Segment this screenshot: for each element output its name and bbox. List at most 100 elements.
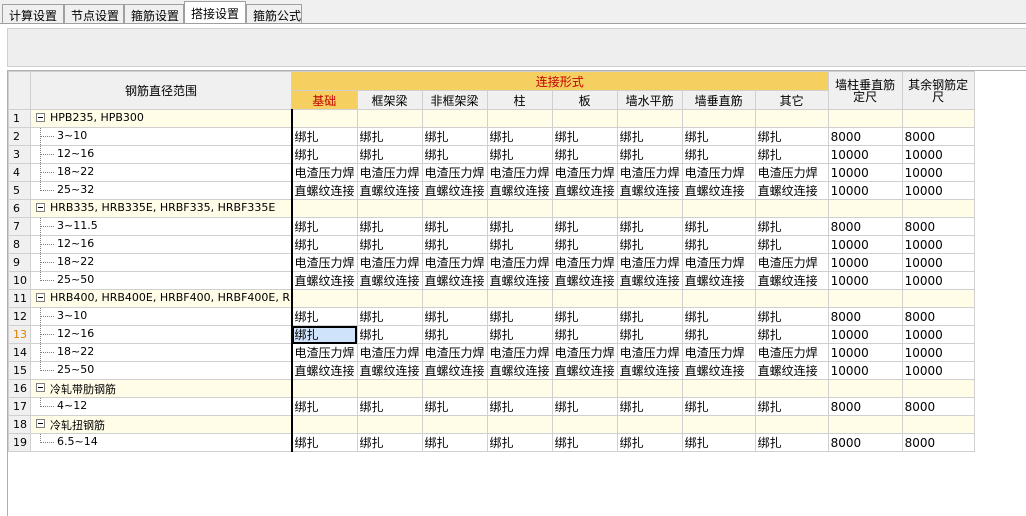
category-cell[interactable]: HRB400, HRB400E, HRBF400, HRBF400E, RRB4…: [30, 289, 292, 308]
foundation-cell[interactable]: [290, 289, 358, 308]
other-cell[interactable]: 电渣压力焊: [754, 163, 829, 182]
range-cell[interactable]: 3~10: [30, 127, 292, 146]
foundation-cell[interactable]: 绑扎: [290, 307, 358, 326]
other-rebar-length-cell[interactable]: [901, 415, 975, 434]
other-cell[interactable]: [754, 199, 829, 218]
collapse-icon[interactable]: [36, 419, 45, 428]
wall-horizontal-cell[interactable]: [616, 415, 683, 434]
range-cell[interactable]: 6.5~14: [30, 433, 292, 452]
wall-column-length-cell[interactable]: 10000: [827, 361, 903, 380]
row-number[interactable]: 16: [8, 379, 31, 398]
foundation-cell[interactable]: 电渣压力焊: [290, 343, 358, 362]
frame-beam-cell[interactable]: 绑扎: [356, 127, 423, 146]
wall-column-length-cell[interactable]: 10000: [827, 235, 903, 254]
tab-stirrup-settings[interactable]: 箍筋设置: [124, 4, 184, 23]
non-frame-beam-cell[interactable]: 绑扎: [421, 325, 488, 344]
category-cell[interactable]: HRB335, HRB335E, HRBF335, HRBF335E: [30, 199, 292, 218]
table-row[interactable]: 9 18~22 电渣压力焊 电渣压力焊 电渣压力焊 电渣压力焊 电渣压力焊 电渣压力焊 电渣压力…: [8, 253, 975, 272]
non-frame-beam-cell[interactable]: 绑扎: [421, 217, 488, 236]
other-rebar-length-header[interactable]: 其余钢筋定尺: [901, 71, 975, 110]
range-cell[interactable]: 4~12: [30, 397, 292, 416]
table-row[interactable]: 12 3~10 绑扎 绑扎 绑扎 绑扎 绑扎 绑扎 绑扎 绑扎 8000 8000: [8, 307, 975, 326]
tab-node-settings[interactable]: 节点设置: [64, 4, 124, 23]
non-frame-beam-cell[interactable]: 绑扎: [421, 235, 488, 254]
column-cell[interactable]: [486, 289, 553, 308]
frame-beam-cell[interactable]: 电渣压力焊: [356, 253, 423, 272]
foundation-cell[interactable]: [290, 109, 358, 128]
other-cell[interactable]: 电渣压力焊: [754, 343, 829, 362]
table-row[interactable]: 7 3~11.5 绑扎 绑扎 绑扎 绑扎 绑扎 绑扎 绑扎 绑扎 8000 8000: [8, 217, 975, 236]
frame-beam-cell[interactable]: 绑扎: [356, 433, 423, 452]
header-other[interactable]: 其它: [754, 90, 829, 110]
category-row[interactable]: 1 HPB235, HPB300: [8, 109, 975, 128]
foundation-cell[interactable]: 绑扎: [290, 127, 358, 146]
table-row[interactable]: 2 3~10 绑扎 绑扎 绑扎 绑扎 绑扎 绑扎 绑扎 绑扎 8000 8000: [8, 127, 975, 146]
row-number[interactable]: 12: [8, 307, 31, 326]
non-frame-beam-cell[interactable]: [421, 415, 488, 434]
wall-horizontal-cell[interactable]: [616, 289, 683, 308]
tab-calc-settings[interactable]: 计算设置: [2, 4, 64, 23]
wall-horizontal-cell[interactable]: 绑扎: [616, 325, 683, 344]
other-cell[interactable]: 绑扎: [754, 217, 829, 236]
wall-column-length-cell[interactable]: 8000: [827, 127, 903, 146]
slab-cell[interactable]: 电渣压力焊: [551, 343, 618, 362]
range-cell[interactable]: 12~16: [30, 325, 292, 344]
column-cell[interactable]: 直螺纹连接: [486, 361, 553, 380]
frame-beam-cell[interactable]: 电渣压力焊: [356, 343, 423, 362]
slab-cell[interactable]: [551, 109, 618, 128]
slab-cell[interactable]: 直螺纹连接: [551, 181, 618, 200]
wall-column-length-cell[interactable]: 8000: [827, 307, 903, 326]
table-row[interactable]: 3 12~16 绑扎 绑扎 绑扎 绑扎 绑扎 绑扎 绑扎 绑扎 10000 10000: [8, 145, 975, 164]
non-frame-beam-cell[interactable]: 直螺纹连接: [421, 271, 488, 290]
table-row[interactable]: 13 12~16 绑扎 绑扎 绑扎 绑扎 绑扎 绑扎 绑扎 绑扎 10000 10000: [8, 325, 975, 344]
table-row[interactable]: 17 4~12 绑扎 绑扎 绑扎 绑扎 绑扎 绑扎 绑扎 绑扎 8000 8000: [8, 397, 975, 416]
slab-cell[interactable]: 电渣压力焊: [551, 163, 618, 182]
wall-vertical-cell[interactable]: 绑扎: [681, 145, 756, 164]
column-cell[interactable]: 直螺纹连接: [486, 271, 553, 290]
other-rebar-length-cell[interactable]: 10000: [901, 253, 975, 272]
column-cell[interactable]: 绑扎: [486, 145, 553, 164]
category-cell[interactable]: HPB235, HPB300: [30, 109, 292, 128]
non-frame-beam-cell[interactable]: 绑扎: [421, 127, 488, 146]
frame-beam-cell[interactable]: [356, 379, 423, 398]
other-rebar-length-cell[interactable]: 8000: [901, 307, 975, 326]
column-cell[interactable]: 绑扎: [486, 325, 553, 344]
foundation-cell[interactable]: 绑扎: [290, 433, 358, 452]
wall-horizontal-cell[interactable]: 绑扎: [616, 235, 683, 254]
wall-column-length-cell[interactable]: [827, 199, 903, 218]
other-rebar-length-cell[interactable]: 10000: [901, 271, 975, 290]
table-row[interactable]: 14 18~22 电渣压力焊 电渣压力焊 电渣压力焊 电渣压力焊 电渣压力焊 电渣压力焊 电渣压…: [8, 343, 975, 362]
wall-vertical-cell[interactable]: 绑扎: [681, 433, 756, 452]
wall-column-length-cell[interactable]: 8000: [827, 397, 903, 416]
other-rebar-length-cell[interactable]: 10000: [901, 361, 975, 380]
range-cell[interactable]: 12~16: [30, 235, 292, 254]
column-cell[interactable]: 电渣压力焊: [486, 343, 553, 362]
table-row[interactable]: 15 25~50 直螺纹连接 直螺纹连接 直螺纹连接 直螺纹连接 直螺纹连接 直螺纹连接 直螺纹…: [8, 361, 975, 380]
foundation-cell[interactable]: 绑扎: [290, 235, 358, 254]
range-column-header[interactable]: 钢筋直径范围: [30, 71, 292, 110]
other-rebar-length-cell[interactable]: 10000: [901, 325, 975, 344]
row-number[interactable]: 1: [8, 109, 31, 128]
wall-column-length-cell[interactable]: 10000: [827, 325, 903, 344]
row-number[interactable]: 14: [8, 343, 31, 362]
category-row[interactable]: 16 冷轧带肋钢筋: [8, 379, 975, 398]
wall-vertical-cell[interactable]: 电渣压力焊: [681, 163, 756, 182]
wall-horizontal-cell[interactable]: 绑扎: [616, 433, 683, 452]
range-cell[interactable]: 25~50: [30, 271, 292, 290]
wall-horizontal-cell[interactable]: 电渣压力焊: [616, 253, 683, 272]
table-row[interactable]: 10 25~50 直螺纹连接 直螺纹连接 直螺纹连接 直螺纹连接 直螺纹连接 直螺纹连接 直螺纹…: [8, 271, 975, 290]
slab-cell[interactable]: 绑扎: [551, 217, 618, 236]
collapse-icon[interactable]: [36, 293, 45, 302]
wall-column-length-cell[interactable]: 10000: [827, 253, 903, 272]
wall-horizontal-cell[interactable]: 绑扎: [616, 307, 683, 326]
category-row[interactable]: 11 HRB400, HRB400E, HRBF400, HRBF400E, RR…: [8, 289, 975, 308]
row-number[interactable]: 4: [8, 163, 31, 182]
slab-cell[interactable]: [551, 289, 618, 308]
wall-column-length-cell[interactable]: [827, 415, 903, 434]
column-cell[interactable]: [486, 199, 553, 218]
non-frame-beam-cell[interactable]: 电渣压力焊: [421, 253, 488, 272]
other-cell[interactable]: 电渣压力焊: [754, 253, 829, 272]
slab-cell[interactable]: 绑扎: [551, 397, 618, 416]
foundation-cell[interactable]: [290, 379, 358, 398]
other-cell[interactable]: 绑扎: [754, 433, 829, 452]
